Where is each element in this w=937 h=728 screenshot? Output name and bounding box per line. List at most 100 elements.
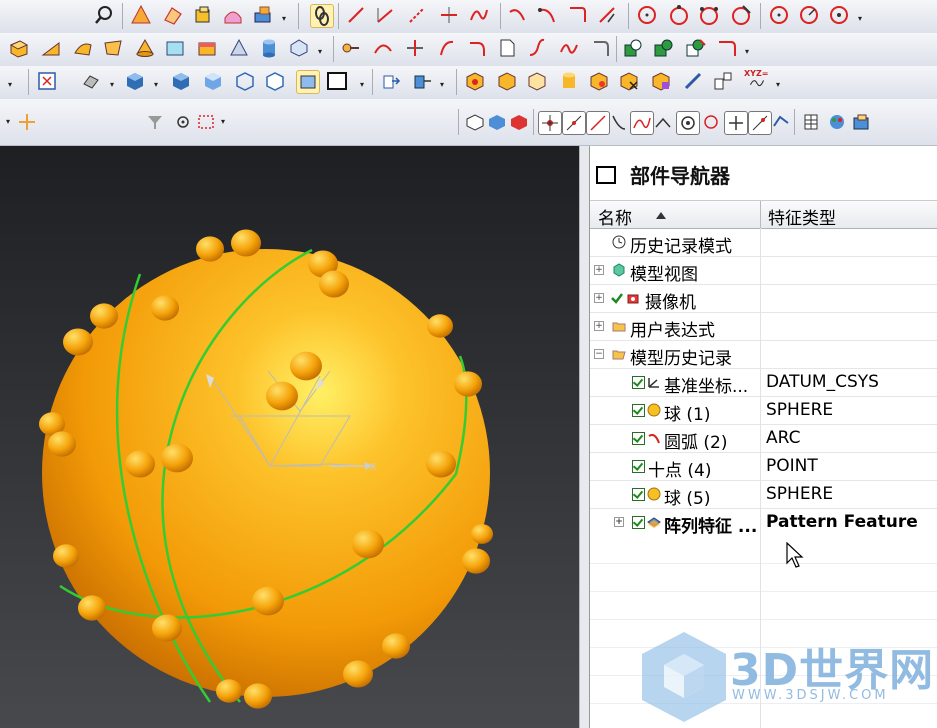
sphere-bump[interactable] [125, 450, 155, 478]
tree-row-pattern-feature[interactable]: + 阵列特征 ... Pattern Feature [590, 508, 937, 537]
snap-chain-icon[interactable] [310, 4, 334, 28]
trim-icon[interactable] [596, 4, 618, 26]
snap-point-on-surface-icon[interactable] [748, 111, 772, 135]
snap-quadrant-icon[interactable] [700, 111, 722, 133]
cylinder-icon[interactable] [258, 37, 280, 59]
trim-body-icon[interactable] [716, 37, 738, 59]
tree-row-model-history[interactable]: − 模型历史记录 [590, 340, 937, 369]
intersect-icon[interactable] [684, 37, 706, 59]
tree-row-sphere-1[interactable]: 球 (1) SPHERE [590, 396, 937, 425]
select-feature-icon[interactable] [508, 111, 530, 133]
studio-view-icon[interactable] [296, 70, 320, 94]
sphere-bump[interactable] [462, 548, 490, 574]
cone-icon[interactable] [134, 37, 156, 59]
extrude-surface-icon[interactable] [252, 4, 274, 26]
text-curve-icon[interactable] [496, 37, 518, 59]
offset-curve-icon[interactable] [372, 37, 394, 59]
combine-curve-icon[interactable] [526, 37, 548, 59]
move-object-icon[interactable] [380, 70, 402, 92]
collapse-icon[interactable]: − [594, 349, 604, 359]
expand-icon[interactable]: + [614, 517, 624, 527]
sphere-bump[interactable] [454, 371, 482, 397]
sphere-bump[interactable] [244, 683, 272, 709]
hidden-line-icon[interactable] [264, 70, 286, 92]
sphere-bump[interactable] [90, 303, 118, 329]
subtract-icon[interactable] [652, 37, 674, 59]
xyz-expression-icon[interactable]: XYZ= [742, 69, 772, 92]
feature-param-icon[interactable] [496, 70, 518, 92]
circle-icon[interactable] [636, 4, 658, 26]
dashed-line-icon[interactable] [406, 4, 428, 26]
sphere-bump[interactable] [252, 586, 284, 616]
sphere-bump[interactable] [152, 614, 182, 642]
graphics-viewport[interactable]: X [0, 146, 579, 728]
snap-midpoint-icon[interactable] [562, 111, 586, 135]
expand-icon[interactable]: + [594, 293, 604, 303]
fit-view-icon[interactable] [36, 70, 58, 92]
sphere-bump[interactable] [53, 544, 79, 568]
color-palette-icon[interactable] [826, 111, 848, 133]
hollow-icon[interactable] [164, 37, 186, 59]
cylinder-feature-icon[interactable] [558, 70, 580, 92]
snap-intersection-icon[interactable] [608, 111, 630, 133]
circle-point-icon[interactable] [828, 4, 850, 26]
edit-display-icon[interactable] [850, 111, 872, 133]
wireframe-cube-icon[interactable] [234, 70, 256, 92]
snap-arc-center-icon[interactable] [630, 111, 654, 135]
spline-icon[interactable] [468, 4, 490, 26]
sphere-bump[interactable] [319, 270, 349, 298]
expand-icon[interactable]: + [594, 321, 604, 331]
sphere-bump[interactable] [471, 524, 493, 544]
sphere-bump[interactable] [151, 295, 179, 321]
arc-icon[interactable] [506, 4, 528, 26]
projection-curve-icon[interactable] [436, 37, 458, 59]
visibility-checkbox[interactable] [632, 376, 645, 389]
sort-ascending-icon[interactable] [656, 212, 666, 219]
transform-icon[interactable] [412, 70, 434, 92]
sphere-bump[interactable] [78, 595, 106, 621]
swept-surface-icon[interactable] [222, 4, 244, 26]
snap-bounded-icon[interactable] [770, 111, 792, 133]
tree-row-point-4[interactable]: 十点 (4) POINT [590, 452, 937, 481]
helix-icon[interactable] [558, 37, 580, 59]
wedge-icon[interactable] [40, 37, 62, 59]
filter-funnel-icon[interactable] [144, 111, 166, 133]
block-icon[interactable] [192, 4, 214, 26]
chamfer-block-icon[interactable] [196, 37, 218, 59]
wrap-curve-icon[interactable] [590, 37, 612, 59]
sphere-bump[interactable] [48, 431, 76, 457]
sphere-model[interactable]: X [0, 146, 579, 728]
key-icon[interactable] [340, 37, 362, 59]
tree-row-history-mode[interactable]: 历史记录模式 [590, 228, 937, 257]
reorder-icon[interactable] [650, 70, 672, 92]
circle-tangent-icon[interactable] [730, 4, 752, 26]
bridge-curve-icon[interactable] [466, 37, 488, 59]
hexagon-icon[interactable] [288, 37, 310, 59]
background-icon[interactable] [326, 70, 348, 92]
tree-row-model-views[interactable]: + 模型视图 [590, 256, 937, 285]
snap-endpoint-icon[interactable] [538, 111, 562, 135]
circle-center-icon[interactable] [768, 4, 790, 26]
arc-3pt-icon[interactable] [536, 4, 558, 26]
box-icon[interactable] [8, 37, 30, 59]
cross-line-icon[interactable] [438, 4, 460, 26]
sphere-bump[interactable] [352, 529, 384, 559]
circle-2pt-icon[interactable] [668, 4, 690, 26]
axis-line-icon[interactable] [374, 4, 396, 26]
circle-3pt-icon[interactable] [698, 4, 720, 26]
info-icon[interactable] [712, 70, 734, 92]
window-icon[interactable] [596, 166, 616, 184]
column-header-type[interactable]: 特征类型 [768, 204, 836, 229]
mesh-surface-icon[interactable] [162, 4, 184, 26]
visibility-checkbox[interactable] [632, 404, 645, 417]
edit-feature-icon[interactable] [464, 70, 486, 92]
snap-circle-center-icon[interactable] [676, 111, 700, 135]
visibility-checkbox[interactable] [632, 516, 645, 529]
suppress-icon[interactable] [526, 70, 548, 92]
rectangle-select-icon[interactable] [195, 111, 217, 133]
snap-control-point-icon[interactable] [586, 111, 610, 135]
visibility-checkbox[interactable] [632, 488, 645, 501]
circle-radius-icon[interactable] [798, 4, 820, 26]
unite-icon[interactable] [622, 37, 644, 59]
expand-icon[interactable]: + [594, 265, 604, 275]
